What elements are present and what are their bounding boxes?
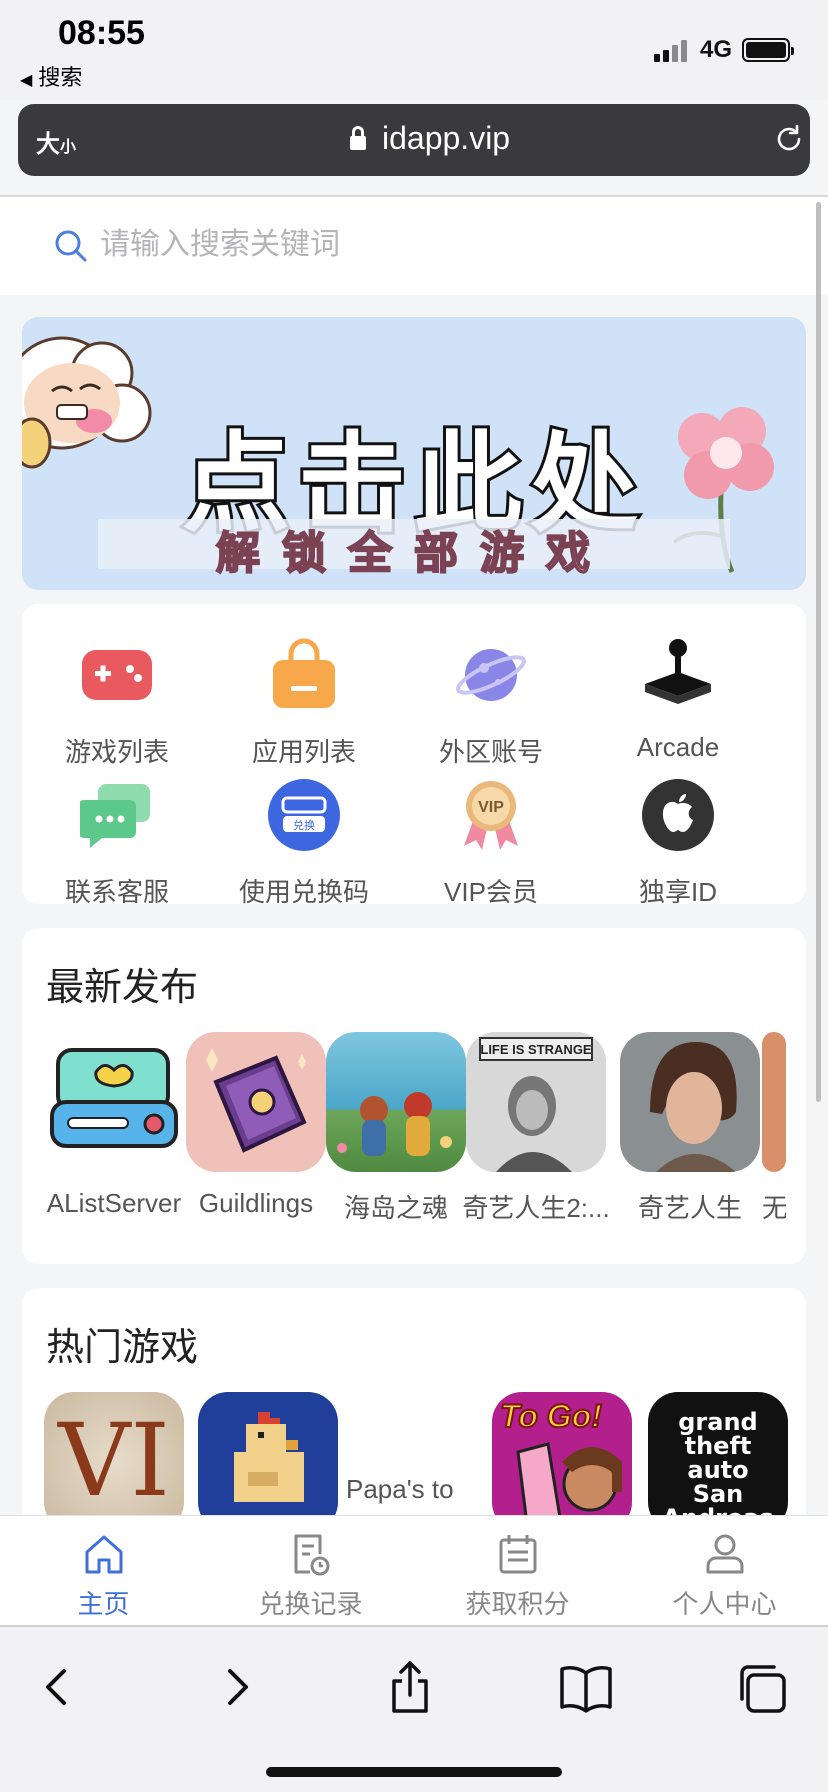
status-bar: 08:55 ◀ 搜索 4G (0, 0, 828, 100)
battery-icon (742, 38, 794, 62)
app-card[interactable]: LIFE IS STRANGE 奇艺人生2:... (462, 1032, 610, 1223)
tab-bar: 主页 兑换记录 获取积分 个人中心 (0, 1515, 828, 1625)
civ6-art-text: VI (58, 1402, 170, 1519)
app-card[interactable]: 奇艺人生 (620, 1032, 760, 1223)
app-name: Papa's to (346, 1474, 454, 1504)
share-icon[interactable] (380, 1657, 440, 1717)
gta-art-text: grand theft auto San Andreas (662, 1408, 773, 1528)
search-bar (0, 197, 828, 295)
back-triangle-icon: ◀ (20, 72, 33, 89)
quick-arcade[interactable]: Arcade (583, 628, 773, 768)
quick-app-list[interactable]: 应用列表 (209, 628, 399, 768)
latest-title: 最新发布 (46, 967, 199, 1009)
lock-icon (350, 126, 366, 152)
chat-icon (80, 784, 150, 848)
joystick-icon (645, 639, 711, 704)
app-card[interactable]: grand theft auto San Andreas (648, 1392, 788, 1528)
app-card[interactable]: Papa's to (342, 1392, 482, 1528)
app-card[interactable]: AListServer (44, 1032, 184, 1218)
text-size-button[interactable]: 大小 (36, 124, 76, 159)
points-calendar-icon (499, 1535, 537, 1574)
reload-icon[interactable] (774, 124, 804, 154)
status-time: 08:55 (58, 14, 145, 52)
browser-toolbar (0, 1627, 828, 1792)
quick-game-list[interactable]: 游戏列表 (22, 628, 212, 768)
quick-menu: 游戏列表 应用列表 外区账号 Arcade 联系客服 兑换 使用兑换码 VIP … (22, 604, 806, 907)
tab-profile[interactable]: 个人中心 (621, 1516, 828, 1626)
apple-icon (642, 779, 714, 851)
promo-banner[interactable]: 点击此处 解锁全部游戏 (22, 317, 806, 590)
svg-text:VIP: VIP (478, 799, 504, 816)
shopping-bag-icon (273, 638, 335, 708)
tab-redeem-history[interactable]: 兑换记录 (207, 1516, 414, 1626)
app-card[interactable]: To Go! (492, 1392, 632, 1528)
vip-medal-icon: VIP (464, 781, 518, 850)
svg-text:LIFE IS STRANGE: LIFE IS STRANGE (480, 1042, 592, 1057)
guildlings-app-icon (206, 1048, 307, 1153)
alistserver-app-icon (50, 1048, 178, 1148)
quick-vip-member[interactable]: VIP VIP会员 (396, 768, 586, 908)
back-icon[interactable] (28, 1657, 88, 1717)
redeem-history-icon (294, 1534, 330, 1576)
search-icon (55, 230, 87, 262)
signal-icon (654, 38, 688, 62)
quick-customer-service[interactable]: 联系客服 (22, 768, 212, 908)
back-to-app-button[interactable]: ◀ 搜索 (20, 60, 82, 92)
quick-foreign-account[interactable]: 外区账号 (396, 628, 586, 768)
quick-redeem-code[interactable]: 兑换 使用兑换码 (209, 768, 399, 908)
scrollbar[interactable] (816, 202, 821, 1102)
life-is-strange-app-icon (650, 1042, 737, 1172)
life-is-strange-2-app-icon: LIFE IS STRANGE (466, 1032, 606, 1172)
back-label: 搜索 (38, 65, 83, 90)
app-card[interactable]: Guildlings (186, 1032, 326, 1218)
quick-exclusive-id[interactable]: 独享ID (583, 768, 773, 908)
app-card[interactable]: VI (44, 1392, 184, 1528)
island-soul-app-icon (337, 1092, 452, 1156)
svg-text:兑换: 兑换 (293, 818, 315, 832)
bookmarks-icon[interactable] (556, 1657, 616, 1717)
planet-icon (456, 649, 526, 701)
home-indicator[interactable] (266, 1767, 562, 1777)
app-card[interactable]: 无 (762, 1032, 806, 1223)
tab-home[interactable]: 主页 (0, 1516, 207, 1626)
app-card[interactable] (198, 1392, 338, 1528)
profile-icon (706, 1534, 744, 1574)
redeem-code-icon: 兑换 (268, 779, 340, 851)
network-type: 4G (700, 36, 733, 63)
address-bar[interactable]: 大小 idapp.vip (18, 104, 810, 176)
tabs-icon[interactable] (732, 1657, 792, 1717)
banner-subline: 解锁全部游戏 (215, 527, 612, 580)
hot-section: 热门游戏 VI Papa's to To Go! grand theft aut… (22, 1288, 806, 1528)
gamepad-icon (82, 650, 152, 700)
app-card[interactable]: 海岛之魂 (326, 1032, 466, 1223)
forward-icon[interactable] (206, 1657, 266, 1717)
stardew-chicken-app-icon (234, 1412, 304, 1502)
home-icon (85, 1535, 123, 1574)
tab-earn-points[interactable]: 获取积分 (414, 1516, 621, 1626)
url-domain[interactable]: idapp.vip (382, 120, 510, 157)
hot-title: 热门游戏 (46, 1327, 199, 1369)
search-input[interactable] (100, 221, 700, 269)
latest-section: 最新发布 AListServer Guildlings 海岛之魂 LIFE IS… (22, 928, 806, 1264)
